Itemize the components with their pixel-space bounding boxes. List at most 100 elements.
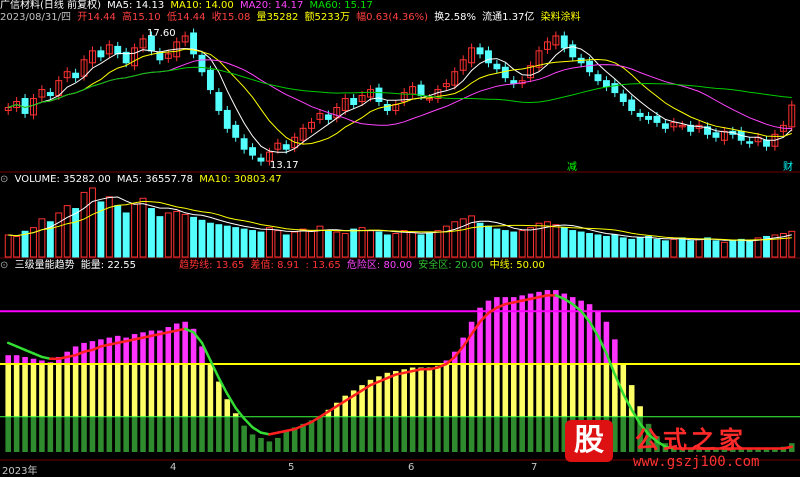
energy-bar-mid (468, 364, 475, 417)
energy-bar-mid (98, 364, 104, 417)
volume-bar (527, 227, 535, 258)
energy-bar-safe (216, 416, 222, 452)
energy-bar-safe (106, 416, 113, 452)
energy-bar-danger (114, 335, 121, 364)
energy-bar-safe (47, 416, 54, 452)
trend-segment (99, 343, 111, 348)
site-logo[interactable]: 股 公式之家 www.gszj100.com (555, 418, 780, 474)
logo-badge: 股 (565, 420, 613, 462)
trend-segment (285, 427, 296, 433)
energy-bar-mid (393, 371, 399, 417)
energy-bar-safe (367, 416, 374, 452)
energy-bar-mid (232, 413, 239, 417)
energy-bar-mid (544, 364, 551, 417)
trend-segment (6, 341, 18, 348)
trend-segment (82, 348, 94, 353)
energy-bar-danger (89, 341, 96, 364)
trend-segment (57, 355, 69, 360)
trend-segment (512, 299, 524, 304)
energy-bar-safe (443, 416, 450, 452)
energy-bar-safe (258, 437, 264, 452)
trend-segment (124, 338, 136, 343)
energy-bar-safe (510, 416, 517, 452)
energy-bar-safe (190, 416, 197, 452)
energy-bar-safe (308, 420, 315, 452)
energy-bar-mid (561, 364, 568, 417)
energy-bar-mid (157, 364, 163, 417)
candle-body (602, 80, 610, 88)
volume-bar (358, 227, 366, 258)
energy-bar-mid (173, 364, 180, 417)
energy-bar-safe (426, 416, 433, 452)
volume-bar (80, 191, 88, 258)
volume-bar (72, 208, 80, 258)
candle-body (21, 98, 29, 114)
energy-bar-safe (527, 416, 534, 452)
volume-bar (383, 234, 391, 258)
volume-bar (661, 240, 669, 258)
energy-bar-mid (510, 364, 517, 417)
candle-body (653, 115, 661, 123)
energy-bar-mid (494, 364, 500, 417)
energy-bar-safe (241, 425, 247, 452)
candle-body (645, 115, 653, 120)
volume-bar (341, 233, 349, 258)
candle-body (97, 50, 105, 58)
volume-bar (400, 230, 408, 258)
energy-bar-safe (477, 416, 483, 452)
energy-bar-mid (435, 365, 441, 417)
energy-bar-safe (485, 416, 492, 452)
energy-bar-safe (544, 416, 551, 452)
energy-bar-mid (426, 367, 433, 417)
trend-segment (394, 371, 406, 376)
energy-bar-danger (485, 300, 492, 364)
volume-bar (577, 231, 585, 258)
energy-bar-danger (553, 290, 559, 364)
energy-bar-mid (207, 364, 214, 417)
energy-bar-mid (224, 399, 231, 417)
candle-body (206, 69, 214, 91)
volume-bar (350, 228, 358, 258)
energy-bar-safe (401, 416, 407, 452)
candle-body (282, 144, 290, 150)
energy-bar-mid (106, 364, 113, 417)
energy-bar-mid (460, 364, 466, 417)
energy-bar-safe (249, 434, 256, 452)
event-tag-right[interactable]: 财 (783, 160, 793, 173)
energy-bar-safe (283, 430, 290, 452)
trend-segment (23, 348, 35, 355)
energy-bar-safe (291, 427, 298, 452)
volume-bar (704, 237, 711, 258)
volume-bar (114, 205, 122, 258)
trend-segment (529, 295, 541, 301)
energy-bar-safe (393, 416, 399, 452)
energy-bar-danger (544, 290, 551, 364)
candle-body (72, 72, 80, 79)
energy-bar-mid (22, 364, 28, 417)
energy-bar-mid (216, 381, 222, 417)
volume-bar (493, 228, 501, 258)
candle-body (375, 87, 383, 103)
candle-body (324, 114, 332, 120)
candle-body (493, 63, 501, 70)
volume-bar (63, 205, 71, 258)
energy-bar-safe (232, 416, 239, 452)
price-high-mark: 17.60 (147, 28, 176, 39)
energy-bar-safe (224, 416, 231, 452)
energy-bar-safe (536, 416, 542, 452)
volume-bar (38, 218, 46, 258)
trend-segment (268, 431, 280, 436)
energy-bar-danger (468, 321, 475, 364)
volume-bar (324, 230, 332, 258)
volume-bar (274, 230, 282, 258)
stock-chart[interactable]: 17.60 13.17 减 财 (0, 0, 800, 476)
candle-body (501, 66, 509, 79)
energy-bar-mid (536, 364, 542, 417)
trend-segment (116, 339, 128, 345)
event-tag-left[interactable]: 减 (567, 161, 577, 173)
energy-bar-mid (190, 364, 197, 417)
energy-bar-safe (460, 416, 466, 452)
volume-bar (198, 219, 206, 258)
energy-bar-mid (443, 364, 450, 417)
volume-bar (586, 233, 594, 258)
